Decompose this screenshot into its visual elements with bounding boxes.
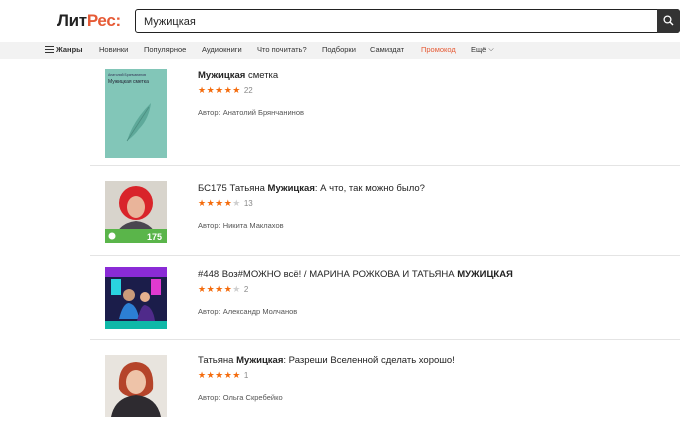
- title-highlight: МУЖИЦКАЯ: [457, 269, 513, 280]
- rating: ★★★★★ 2: [198, 284, 248, 295]
- star-rating-icon: ★★★★★: [198, 370, 241, 380]
- nav-item-popular[interactable]: Популярное: [144, 45, 186, 54]
- menu-icon: [45, 46, 54, 54]
- result-item: 175 БС175 Татьяна Мужицкая: А что, так м…: [90, 166, 680, 256]
- search-icon: [663, 15, 674, 26]
- title-suffix: : А что, так можно было?: [314, 183, 425, 194]
- rating-count: 1: [243, 371, 249, 380]
- book-title[interactable]: Татьяна Мужицкая: Разреши Вселенной сдел…: [198, 355, 455, 366]
- nav-item-more[interactable]: Ещё ⌵: [471, 45, 494, 55]
- title-prefix: #448 Воз#МОЖНО всё! / МАРИНА РОЖКОВА И Т…: [198, 269, 458, 280]
- cover-title: Мужицкая сметка: [108, 79, 149, 85]
- book-cover[interactable]: 175: [105, 181, 167, 243]
- book-title[interactable]: БС175 Татьяна Мужицкая: А что, так можно…: [198, 183, 425, 194]
- title-highlight: Мужицкая: [198, 70, 246, 81]
- author-line: Автор: Анатолий Брянчанинов: [198, 108, 304, 117]
- nav-item-samizdat[interactable]: Самиздат: [370, 45, 404, 54]
- cover-art: [105, 267, 167, 329]
- cover-art: [105, 355, 167, 417]
- search-button[interactable]: [657, 9, 680, 33]
- header: ЛитРес:: [0, 0, 680, 42]
- cover-art: 175: [105, 181, 167, 243]
- author-line: Автор: Никита Маклахов: [198, 221, 284, 230]
- result-item: Татьяна Мужицкая: Разреши Вселенной сдел…: [90, 340, 680, 431]
- logo-colon: :: [115, 11, 122, 30]
- book-cover[interactable]: Анатолий Брянчанинов Мужицкая сметка: [105, 69, 167, 158]
- author-line: Автор: Ольга Скребейко: [198, 393, 283, 402]
- author-link[interactable]: Ольга Скребейко: [223, 393, 283, 402]
- title-suffix: : Разреши Вселенной сделать хорошо!: [283, 355, 455, 366]
- logo-text-part2: Рес: [86, 11, 116, 30]
- author-line: Автор: Александр Молчанов: [198, 307, 297, 316]
- rating-count: 13: [243, 199, 253, 208]
- cover-art: Анатолий Брянчанинов Мужицкая сметка: [105, 69, 167, 158]
- star-rating-icon: ★★★★★: [198, 85, 241, 95]
- litres-logo[interactable]: ЛитРес:: [57, 11, 121, 31]
- nav-genres[interactable]: Жанры: [45, 45, 83, 54]
- cover-author: Анатолий Брянчанинов: [108, 73, 146, 77]
- logo-text-part1: Лит: [57, 11, 87, 30]
- nav-item-collections[interactable]: Подборки: [322, 45, 356, 54]
- chevron-down-icon: ⌵: [488, 46, 494, 53]
- rating: ★★★★★ 13: [198, 198, 253, 209]
- author-label: Автор:: [198, 393, 221, 402]
- author-link[interactable]: Александр Молчанов: [223, 307, 298, 316]
- nav-genres-label: Жанры: [56, 45, 83, 54]
- nav-item-promocode[interactable]: Промокод: [421, 45, 456, 54]
- title-prefix: Татьяна: [198, 355, 237, 366]
- title-suffix: сметка: [245, 70, 279, 81]
- nav-item-audiobooks[interactable]: Аудиокниги: [202, 45, 242, 54]
- rating-count: 2: [243, 285, 249, 294]
- title-highlight: Мужицкая: [267, 183, 315, 194]
- rating: ★★★★★ 22: [198, 85, 253, 96]
- author-link[interactable]: Анатолий Брянчанинов: [223, 108, 304, 117]
- book-cover[interactable]: [105, 355, 167, 417]
- book-title[interactable]: #448 Воз#МОЖНО всё! / МАРИНА РОЖКОВА И Т…: [198, 269, 513, 280]
- search-input[interactable]: [144, 14, 644, 29]
- title-prefix: БС175 Татьяна: [198, 183, 268, 194]
- star-rating-icon: ★★★★: [198, 198, 233, 208]
- author-label: Автор:: [198, 307, 221, 316]
- main-nav: Жанры Новинки Популярное Аудиокниги Что …: [0, 42, 680, 59]
- result-item: #448 Воз#МОЖНО всё! / МАРИНА РОЖКОВА И Т…: [90, 256, 680, 340]
- star-empty-icon: ★: [232, 198, 241, 208]
- author-link[interactable]: Никита Маклахов: [223, 221, 284, 230]
- search-box: [135, 9, 680, 33]
- cover-badge: 175: [147, 232, 162, 242]
- nav-more-label: Ещё: [471, 45, 487, 54]
- author-label: Автор:: [198, 221, 221, 230]
- nav-item-what-to-read[interactable]: Что почитать?: [257, 45, 307, 54]
- book-title[interactable]: Мужицкая сметка: [198, 70, 278, 81]
- author-label: Автор:: [198, 108, 221, 117]
- rating: ★★★★★ 1: [198, 370, 248, 381]
- star-empty-icon: ★: [232, 284, 241, 294]
- book-cover[interactable]: [105, 267, 167, 329]
- result-item: Анатолий Брянчанинов Мужицкая сметка Муж…: [90, 63, 680, 166]
- rating-count: 22: [243, 86, 253, 95]
- title-highlight: Мужицкая: [236, 355, 284, 366]
- nav-item-new[interactable]: Новинки: [99, 45, 128, 54]
- star-rating-icon: ★★★★: [198, 284, 233, 294]
